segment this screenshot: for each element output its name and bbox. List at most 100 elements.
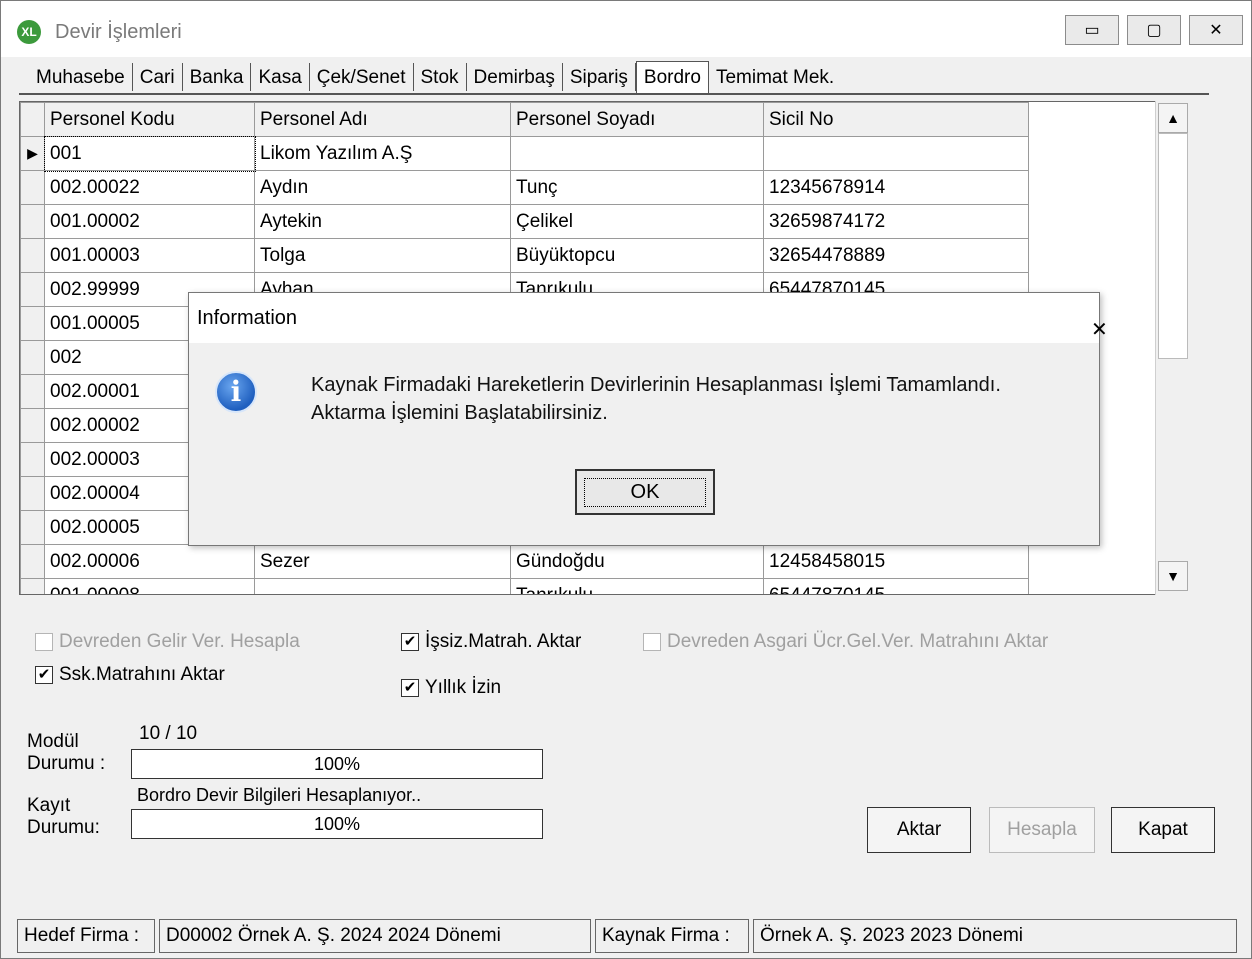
- table-row[interactable]: 001.00003 Tolga Büyüktopcu 32654478889: [20, 238, 1029, 273]
- close-button[interactable]: ✕: [1189, 15, 1243, 45]
- table-row[interactable]: 001.00002 Aytekin Çelikel 32659874172: [20, 204, 1029, 239]
- maximize-button[interactable]: ▢: [1127, 15, 1181, 45]
- row-indicator[interactable]: [20, 272, 45, 307]
- aktar-button[interactable]: Aktar: [867, 807, 971, 853]
- table-cell[interactable]: 001.00008: [44, 578, 255, 594]
- row-indicator[interactable]: [20, 204, 45, 239]
- checkbox-label: Ssk.Matrahını Aktar: [59, 664, 225, 685]
- checkbox-label: Devreden Gelir Ver. Hesapla: [59, 631, 300, 652]
- table-cell[interactable]: Gündoğdu: [510, 544, 764, 579]
- tab-stok[interactable]: Stok: [414, 63, 467, 91]
- table-cell[interactable]: Tunç: [510, 170, 764, 205]
- column-header-personel-adi[interactable]: Personel Adı: [254, 102, 511, 137]
- table-cell[interactable]: 002.00006: [44, 544, 255, 579]
- table-cell[interactable]: [763, 136, 1029, 171]
- dialog-message-line-2: Aktarma İşlemini Başlatabilirsiniz.: [311, 402, 608, 424]
- modul-durumu-label: Durumu :: [27, 753, 106, 774]
- column-header-sicil-no[interactable]: Sicil No: [763, 102, 1029, 137]
- row-indicator[interactable]: [20, 408, 45, 443]
- table-cell[interactable]: Aydın: [254, 170, 511, 205]
- tab-bordro[interactable]: Bordro: [635, 61, 709, 95]
- hedef-firma-label: Hedef Firma :: [17, 919, 155, 953]
- table-cell[interactable]: Tolga: [254, 238, 511, 273]
- table-cell[interactable]: [254, 578, 511, 594]
- info-icon: i: [215, 371, 257, 413]
- column-header-personel-soyadi[interactable]: Personel Soyadı: [510, 102, 764, 137]
- row-indicator[interactable]: [20, 340, 45, 375]
- scroll-thumb[interactable]: [1158, 133, 1188, 359]
- table-cell[interactable]: 001.00002: [44, 204, 255, 239]
- table-cell[interactable]: 12345678914: [763, 170, 1029, 205]
- tab-sipari-[interactable]: Sipariş: [563, 63, 636, 91]
- tab--ek-senet[interactable]: Çek/Senet: [310, 63, 414, 91]
- row-indicator[interactable]: [20, 374, 45, 409]
- kayit-label: Kayıt: [27, 795, 71, 816]
- ssk-matrah-checkbox[interactable]: ✔ Ssk.Matrahını Aktar: [35, 664, 225, 686]
- kayit-status-text: Bordro Devir Bilgileri Hesaplanıyor..: [137, 785, 422, 805]
- row-indicator[interactable]: [20, 442, 45, 477]
- devreden-gelir-checkbox[interactable]: Devreden Gelir Ver. Hesapla: [35, 631, 300, 653]
- table-cell[interactable]: Aytekin: [254, 204, 511, 239]
- scroll-down-button[interactable]: ▼: [1158, 561, 1188, 591]
- yillik-izin-checkbox[interactable]: ✔ Yıllık İzin: [401, 677, 501, 699]
- row-indicator[interactable]: [20, 476, 45, 511]
- table-cell[interactable]: [510, 136, 764, 171]
- hesapla-button[interactable]: Hesapla: [989, 807, 1095, 853]
- scroll-up-button[interactable]: ▲: [1158, 103, 1188, 133]
- table-cell[interactable]: 12458458015: [763, 544, 1029, 579]
- table-cell[interactable]: 32659874172: [763, 204, 1029, 239]
- checkbox-label: Devreden Asgari Ücr.Gel.Ver. Matrahını A…: [667, 631, 1049, 652]
- tab-banka[interactable]: Banka: [183, 63, 252, 91]
- tab-cari[interactable]: Cari: [133, 63, 183, 91]
- dialog-title: Information: [197, 307, 298, 329]
- kapat-button[interactable]: Kapat: [1111, 807, 1215, 853]
- kayit-progress-bar: 100%: [131, 809, 543, 839]
- table-row[interactable]: 001.00008 Tanrıkulu 65447870145: [20, 578, 1029, 594]
- title-bar[interactable]: XL Devir İşlemleri ▭ ▢ ✕: [1, 1, 1251, 57]
- issiz-matrah-checkbox[interactable]: ✔ İşsiz.Matrah. Aktar: [401, 631, 581, 653]
- table-cell[interactable]: 001.00003: [44, 238, 255, 273]
- table-row[interactable]: 002.00022 Aydın Tunç 12345678914: [20, 170, 1029, 205]
- checkmark-icon: ✔: [401, 633, 419, 651]
- table-cell[interactable]: 001: [43, 135, 256, 172]
- ok-button-label: OK: [583, 477, 707, 507]
- tab-demirba-[interactable]: Demirbaş: [467, 63, 563, 91]
- minimize-button[interactable]: ▭: [1065, 15, 1119, 45]
- grid-vertical-scrollbar[interactable]: ▲ ▼: [1155, 101, 1189, 595]
- modul-count: 10 / 10: [139, 723, 198, 744]
- checkmark-icon: ✔: [401, 679, 419, 697]
- modul-label: Modül: [27, 731, 79, 752]
- dialog-title-bar[interactable]: Information ✕: [189, 293, 1108, 343]
- column-header-personel-kodu[interactable]: Personel Kodu: [44, 102, 255, 137]
- table-cell[interactable]: Tanrıkulu: [510, 578, 764, 594]
- table-cell[interactable]: Likom Yazılım A.Ş: [254, 136, 511, 171]
- module-tabs: Muhasebe Cari Banka Kasa Çek/Senet Stok Demirb…: [29, 61, 841, 95]
- row-indicator[interactable]: [20, 510, 45, 545]
- tab-divider: [19, 93, 1209, 95]
- row-indicator[interactable]: ▶: [20, 136, 45, 171]
- table-row[interactable]: 002.00006 Sezer Gündoğdu 12458458015: [20, 544, 1029, 579]
- dialog-message: Kaynak Firmadaki Hareketlerin Devirlerin…: [311, 371, 1001, 427]
- app-logo-icon: XL: [17, 20, 41, 44]
- tab-muhasebe[interactable]: Muhasebe: [29, 63, 133, 91]
- tab-temimat-mek-[interactable]: Temimat Mek.: [709, 63, 841, 91]
- hedef-firma-value: D00002 Örnek A. Ş. 2024 2024 Dönemi: [159, 919, 591, 953]
- table-row[interactable]: ▶ 001 Likom Yazılım A.Ş: [20, 135, 1029, 172]
- information-dialog: Information ✕ i Kaynak Firmadaki Hareket…: [188, 292, 1108, 546]
- table-cell[interactable]: 65447870145: [763, 578, 1029, 594]
- table-cell[interactable]: Sezer: [254, 544, 511, 579]
- row-indicator[interactable]: [20, 578, 45, 594]
- table-cell[interactable]: 32654478889: [763, 238, 1029, 273]
- devreden-asgari-checkbox[interactable]: Devreden Asgari Ücr.Gel.Ver. Matrahını A…: [643, 631, 1048, 653]
- table-cell[interactable]: Çelikel: [510, 204, 764, 239]
- ok-button[interactable]: OK: [575, 469, 715, 515]
- row-indicator[interactable]: [20, 170, 45, 205]
- table-cell[interactable]: 002.00022: [44, 170, 255, 205]
- tab-kasa[interactable]: Kasa: [251, 63, 310, 91]
- dialog-message-line-1: Kaynak Firmadaki Hareketlerin Devirlerin…: [311, 374, 1001, 396]
- kaynak-firma-label: Kaynak Firma :: [595, 919, 749, 953]
- row-indicator[interactable]: [20, 238, 45, 273]
- row-indicator[interactable]: [20, 544, 45, 579]
- row-indicator[interactable]: [20, 306, 45, 341]
- table-cell[interactable]: Büyüktopcu: [510, 238, 764, 273]
